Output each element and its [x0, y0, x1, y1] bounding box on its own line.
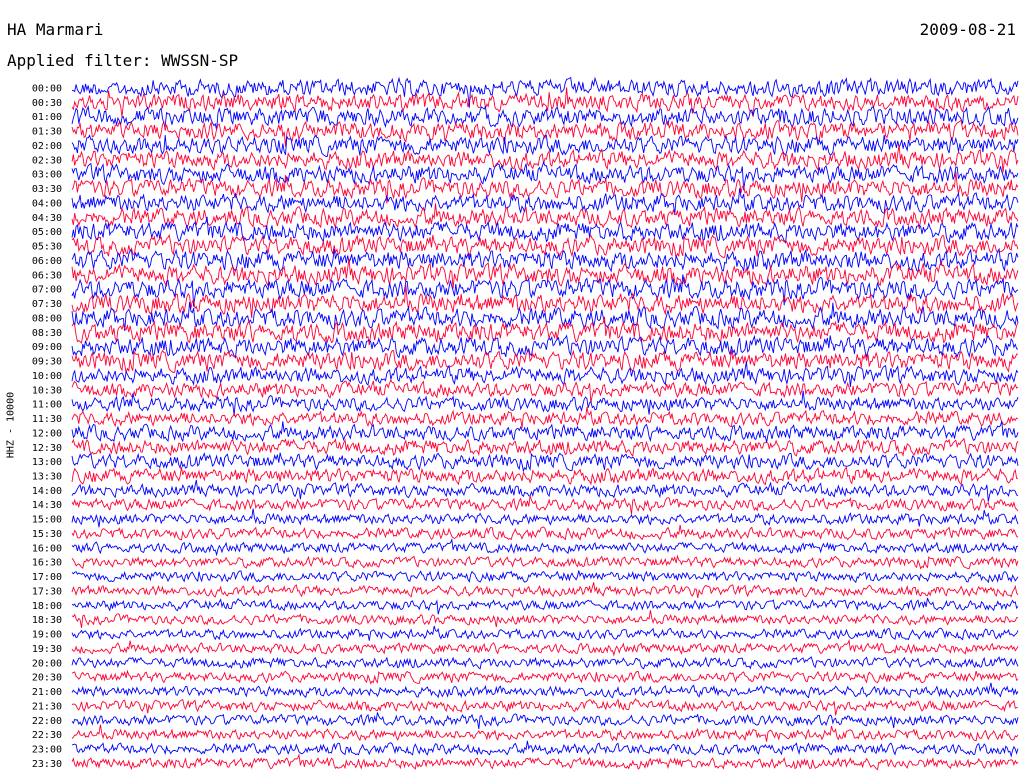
row-label: 18:00 [32, 601, 62, 612]
row-label: 03:30 [32, 184, 62, 195]
row-label: 17:00 [32, 572, 62, 583]
row-label: 08:30 [32, 328, 62, 339]
trace-row-2330 [71, 753, 1019, 771]
row-label: 20:00 [32, 658, 62, 669]
trace-row-0100 [71, 105, 1019, 131]
trace-row-2100 [71, 682, 1019, 699]
trace-row-1300 [71, 452, 1019, 473]
row-label: 03:00 [32, 170, 62, 181]
trace-row-1800 [71, 597, 1019, 615]
row-label: 12:30 [32, 443, 62, 454]
trace-row-1130 [71, 406, 1019, 428]
trace-group [71, 76, 1019, 771]
row-label: 16:00 [32, 543, 62, 554]
trace-row-1230 [71, 437, 1019, 458]
row-label: 15:00 [32, 515, 62, 526]
row-label: 06:30 [32, 270, 62, 281]
row-label: 16:30 [32, 558, 62, 569]
trace-row-0400 [71, 188, 1019, 216]
row-label: 04:00 [32, 199, 62, 210]
trace-row-2000 [71, 656, 1019, 670]
row-label: 08:00 [32, 313, 62, 324]
trace-row-1830 [71, 610, 1019, 628]
row-label: 13:00 [32, 457, 62, 468]
row-label: 21:00 [32, 687, 62, 698]
trace-row-0300 [71, 161, 1019, 191]
trace-row-1200 [71, 420, 1019, 443]
helicorder-plot: 00:00 00:30 01:00 01:30 02:00 02:30 03:00 03:30… [32, 76, 1019, 771]
row-label: 09:30 [32, 357, 62, 368]
row-label: 10:00 [32, 371, 62, 382]
row-label: 23:30 [32, 759, 62, 770]
trace-row-1700 [71, 570, 1019, 584]
trace-row-1500 [71, 508, 1019, 528]
row-label: 06:00 [32, 256, 62, 267]
trace-row-1730 [71, 582, 1019, 599]
row-label: 09:00 [32, 342, 62, 353]
row-label: 19:00 [32, 630, 62, 641]
trace-row-1930 [71, 639, 1019, 657]
trace-row-1600 [71, 538, 1019, 557]
row-label: 10:30 [32, 385, 62, 396]
trace-row-1030 [71, 378, 1019, 404]
trace-row-2130 [71, 698, 1019, 716]
row-label: 11:30 [32, 414, 62, 425]
row-label: 05:00 [32, 227, 62, 238]
row-label: 22:00 [32, 716, 62, 727]
row-label: 23:00 [32, 745, 62, 756]
trace-row-1430 [71, 495, 1019, 515]
row-label: 02:00 [32, 141, 62, 152]
row-label: 19:30 [32, 644, 62, 655]
trace-row-2030 [71, 669, 1019, 685]
trace-row-0830 [71, 316, 1019, 346]
row-label: 07:30 [32, 299, 62, 310]
trace-row-1900 [71, 625, 1019, 641]
row-label: 00:30 [32, 98, 62, 109]
trace-row-0230 [71, 144, 1019, 173]
trace-row-0930 [71, 349, 1019, 373]
row-label: 12:00 [32, 428, 62, 439]
trace-row-0000 [71, 76, 1019, 108]
trace-row-0700 [71, 274, 1019, 307]
row-label: 22:30 [32, 730, 62, 741]
row-label: 01:00 [32, 112, 62, 123]
row-label: 01:30 [32, 127, 62, 138]
row-label: 14:00 [32, 486, 62, 497]
row-label: 11:00 [32, 400, 62, 411]
row-label: 18:30 [32, 615, 62, 626]
row-label: 15:30 [32, 529, 62, 540]
trace-row-0530 [71, 233, 1019, 258]
row-label-group: 00:00 00:30 01:00 01:30 02:00 02:30 03:00 03:30… [32, 84, 62, 770]
trace-row-2300 [71, 740, 1019, 758]
row-label: 00:00 [32, 84, 62, 95]
row-label: 13:30 [32, 472, 62, 483]
trace-row-2230 [71, 724, 1019, 742]
trace-row-1530 [71, 524, 1019, 541]
row-label: 07:00 [32, 285, 62, 296]
trace-row-1400 [71, 479, 1019, 502]
row-label: 20:30 [32, 673, 62, 684]
trace-row-1630 [71, 554, 1019, 570]
row-label: 17:30 [32, 587, 62, 598]
row-label: 14:30 [32, 500, 62, 511]
row-label: 04:30 [32, 213, 62, 224]
row-label: 21:30 [32, 701, 62, 712]
row-label: 02:30 [32, 155, 62, 166]
trace-row-2200 [71, 712, 1019, 729]
row-label: 05:30 [32, 242, 62, 253]
trace-row-1330 [71, 466, 1019, 486]
